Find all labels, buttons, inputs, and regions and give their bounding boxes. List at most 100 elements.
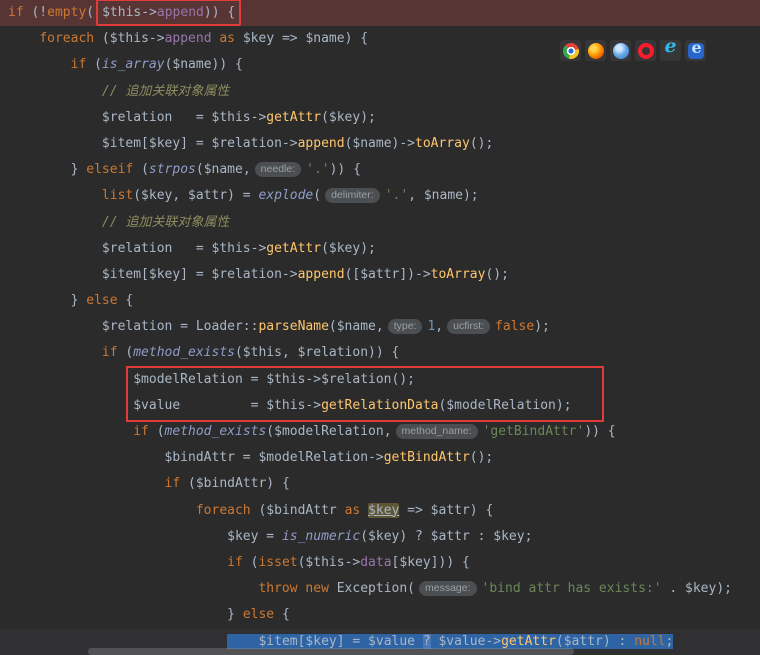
builtin-function-token: method_exists	[164, 424, 267, 439]
keyword-token: throw	[258, 581, 298, 597]
code-token: ($bindAttr	[250, 502, 345, 518]
string-token: '.'	[384, 188, 409, 204]
code-token: (!	[23, 5, 48, 20]
firefox-icon[interactable]	[585, 40, 606, 61]
builtin-function-token: method_exists	[133, 345, 235, 361]
code-token: ($name)->	[344, 135, 416, 151]
code-token: => $attr) {	[399, 502, 494, 518]
code-token: {	[117, 293, 134, 309]
chrome-icon[interactable]	[560, 40, 581, 61]
inline-annotation-box: $this->append)) {	[96, 0, 242, 26]
parameter-hint: ucfirst:	[447, 319, 491, 335]
string-token: 'getBindAttr'	[482, 424, 585, 439]
code-token: ([$attr])->	[344, 266, 431, 282]
code-token: ($key, $attr) =	[133, 188, 259, 204]
code-line[interactable]: list($key, $attr) = explode(delimiter: '.…	[0, 183, 760, 209]
method-call-token: getAttr	[501, 633, 556, 649]
code-token: $key =	[8, 528, 282, 544]
comment-token: // 追加关联对象属性	[101, 83, 230, 99]
code-line[interactable]: if ($bindAttr) {	[0, 471, 760, 497]
code-token: ($this, $relation)) {	[234, 345, 400, 361]
code-line[interactable]: if (method_exists($this, $relation)) {	[0, 340, 760, 366]
code-token: ($this->	[94, 31, 165, 47]
keyword-token: if	[70, 57, 87, 73]
builtin-function-token: strpos	[148, 162, 196, 178]
code-token: ($name,	[328, 319, 384, 335]
method-call-token: toArray	[430, 266, 486, 282]
keyword-token: as	[219, 31, 236, 47]
code-line[interactable]: $relation = Loader::parseName($name, type…	[0, 314, 760, 340]
code-token: ($name)) {	[164, 57, 243, 73]
code-token: (	[86, 57, 102, 73]
edge-icon[interactable]	[685, 40, 706, 61]
code-token: ($bindAttr) {	[180, 476, 290, 492]
keyword-token: else	[86, 293, 118, 309]
keyword-token: empty	[47, 5, 87, 20]
internet-explorer-icon[interactable]	[660, 37, 681, 61]
code-line[interactable]: } else {	[0, 288, 760, 314]
horizontal-scrollbar-thumb[interactable]	[88, 648, 574, 655]
code-token: ();	[469, 135, 494, 151]
code-line[interactable]: $bindAttr = $modelRelation->getBindAttr(…	[0, 445, 760, 471]
code-line[interactable]: foreach ($bindAttr as $key => $attr) {	[0, 498, 760, 524]
method-call-token: getRelationData	[321, 397, 439, 413]
code-line[interactable]: if (method_exists($modelRelation, method_…	[0, 419, 760, 445]
keyword-token: isset	[258, 554, 298, 570]
code-line[interactable]: $key = is_numeric($key) ? $attr : $key;	[0, 524, 760, 550]
code-token: ($attr) :	[555, 633, 635, 649]
code-token: $modelRelation = $this->$relation();	[8, 371, 415, 387]
code-line[interactable]: if (isset($this->data[$key])) {	[0, 550, 760, 576]
code-token: Exception(	[328, 581, 415, 597]
field-token: append	[164, 31, 212, 47]
builtin-function-token: is_array	[101, 57, 165, 73]
string-token: 'bind attr has exists:'	[481, 581, 662, 597]
code-line[interactable]: } elseif (strpos($name, needle: '.')) {	[0, 157, 760, 183]
code-token: . $key);	[661, 581, 732, 597]
code-line[interactable]: $relation = $this->getAttr($key);	[0, 105, 760, 131]
code-line[interactable]: $item[$key] = $relation->append($name)->…	[0, 131, 760, 157]
opera-icon	[637, 42, 654, 59]
builtin-function-token: is_numeric	[281, 528, 361, 544]
opera-icon[interactable]	[635, 40, 656, 61]
keyword-token: new	[305, 581, 329, 597]
code-line[interactable]: } else {	[0, 602, 760, 628]
code-token: (	[148, 424, 165, 439]
code-line[interactable]: $value = $this->getRelationData($modelRe…	[0, 393, 760, 419]
code-line[interactable]: // 追加关联对象属性	[0, 210, 760, 236]
parameter-hint: needle:	[254, 162, 302, 178]
keyword-token: if	[8, 5, 24, 20]
parameter-hint: delimiter:	[325, 188, 380, 204]
keyword-token: null	[634, 633, 666, 649]
keyword-token: if	[227, 554, 243, 570]
code-line[interactable]: throw new Exception(message:'bind attr h…	[0, 576, 760, 602]
code-token: ?	[422, 633, 431, 649]
code-line[interactable]: // 追加关联对象属性	[0, 79, 760, 105]
method-call-token: getAttr	[266, 109, 322, 125]
field-token: append	[156, 5, 204, 20]
code-token: }	[8, 162, 87, 178]
code-token: , $name);	[408, 188, 479, 204]
code-line[interactable]: $modelRelation = $this->$relation();	[0, 367, 760, 393]
code-token: $this->	[102, 5, 157, 20]
code-line[interactable]: $item[$key] = $relation->append([$attr])…	[0, 262, 760, 288]
code-token: $bindAttr = $modelRelation->	[8, 450, 384, 466]
code-line[interactable]: if (!empty($this->append)) {	[0, 0, 760, 27]
chromium-icon[interactable]	[610, 40, 631, 61]
keyword-token: elseif	[86, 162, 134, 178]
code-token: $relation = $this->	[8, 109, 267, 125]
edge-icon	[687, 40, 704, 59]
code-token: )) {	[203, 5, 236, 20]
code-token: ($this->	[297, 554, 361, 570]
string-token: '.'	[306, 162, 330, 178]
keyword-token: foreach	[39, 31, 95, 47]
code-line[interactable]: $relation = $this->getAttr($key);	[0, 236, 760, 262]
code-editor[interactable]: if (!empty($this->append)) { foreach ($t…	[0, 0, 760, 655]
code-token: }	[8, 293, 87, 309]
